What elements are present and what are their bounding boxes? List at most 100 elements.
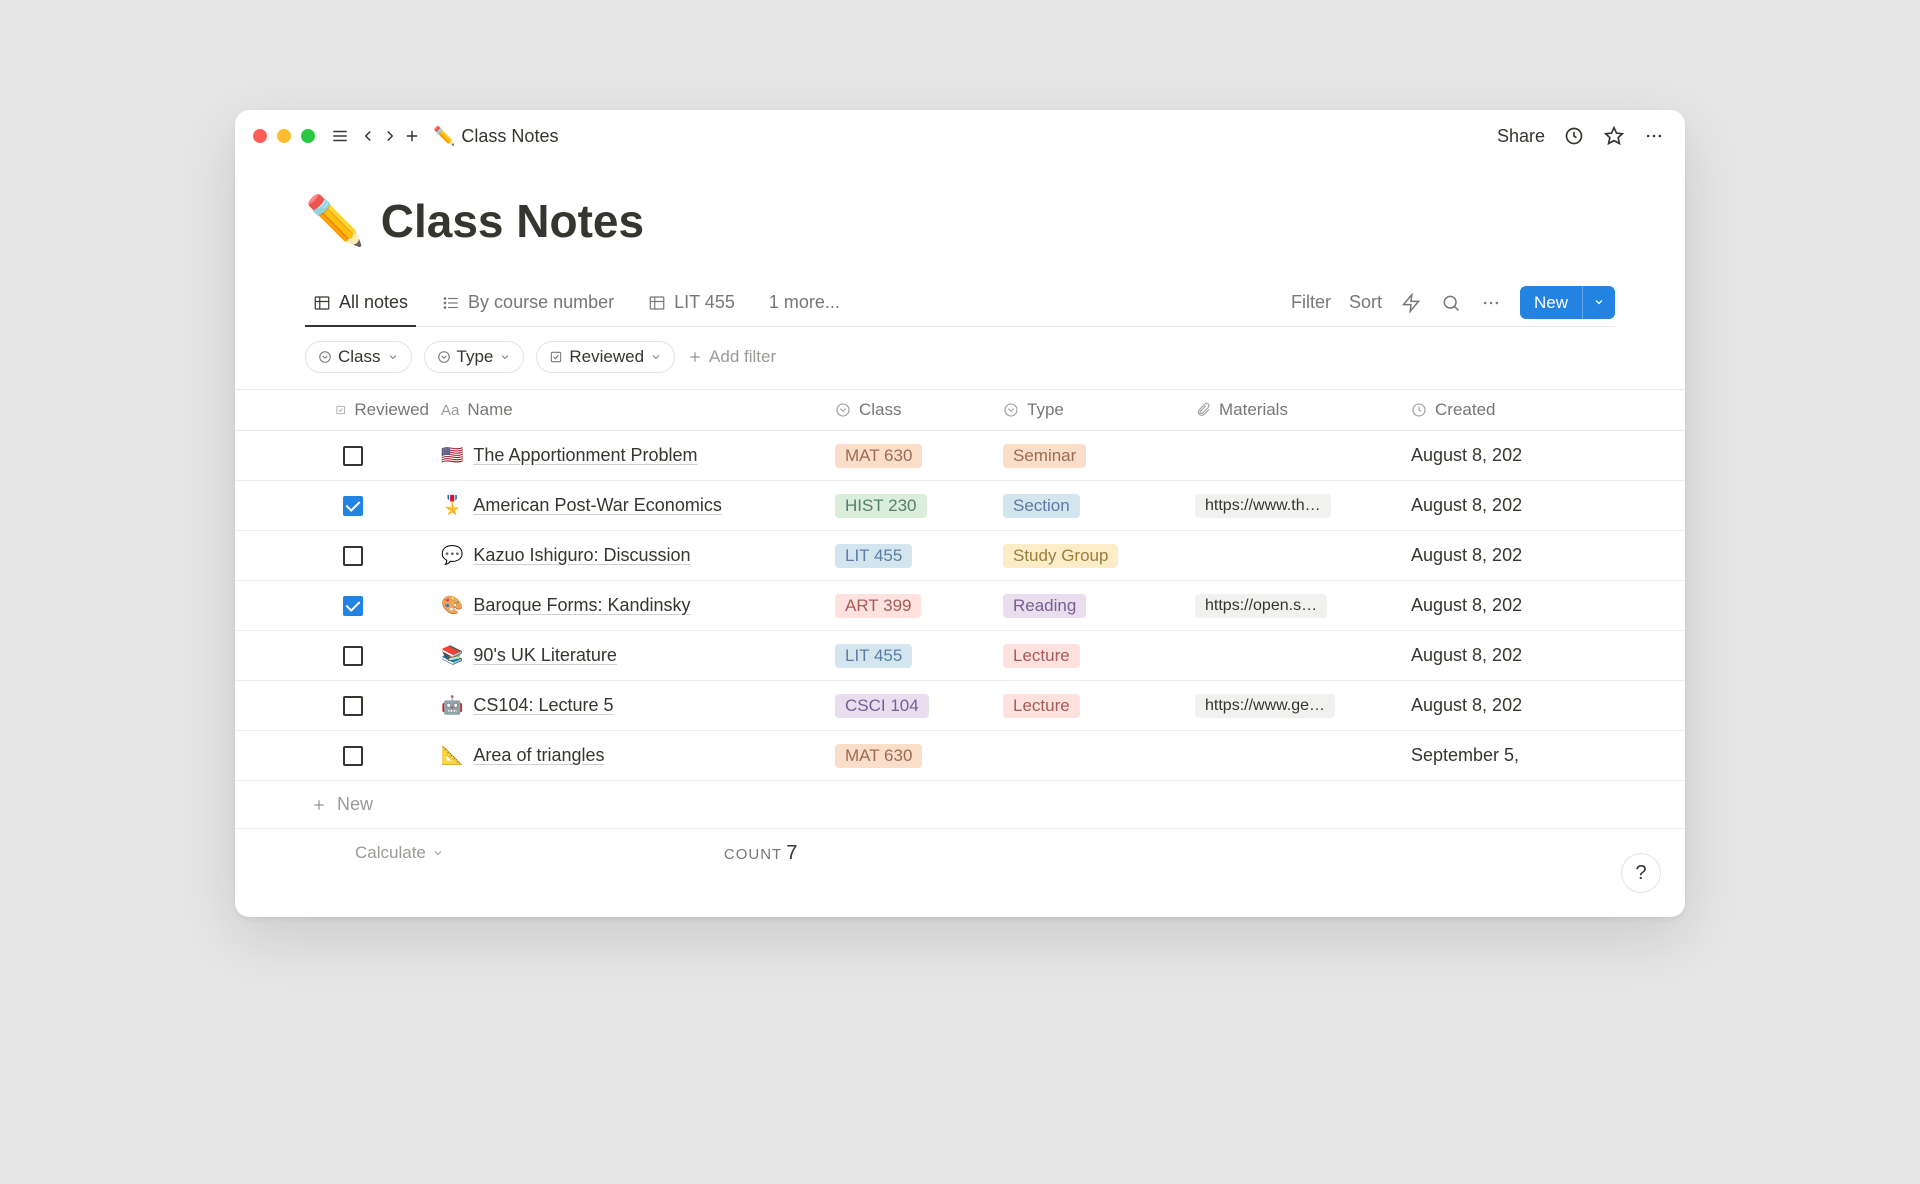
new-button[interactable]: New (1520, 286, 1615, 319)
reviewed-checkbox[interactable] (343, 746, 363, 766)
sidebar-toggle-icon[interactable] (329, 125, 351, 147)
type-tag[interactable]: Section (1003, 494, 1080, 518)
table-row[interactable]: 🤖 CS104: Lecture 5 CSCI 104 Lecture https://… (235, 681, 1685, 731)
table-header: Reviewed Aa Name Class Type (235, 389, 1685, 431)
calculate-button[interactable]: Calculate (355, 843, 444, 863)
reviewed-checkbox[interactable] (343, 446, 363, 466)
view-tab-0[interactable]: All notes (305, 279, 416, 326)
row-icon: 🎖️ (441, 495, 463, 516)
view-tab-3[interactable]: 1 more... (761, 279, 848, 326)
material-link[interactable]: https://www.th… (1195, 494, 1331, 518)
table-row[interactable]: 📚 90's UK Literature LIT 455 Lecture August … (235, 631, 1685, 681)
maximize-window-button[interactable] (301, 129, 315, 143)
close-window-button[interactable] (253, 129, 267, 143)
material-link[interactable]: https://www.ge… (1195, 694, 1335, 718)
class-tag[interactable]: CSCI 104 (835, 694, 929, 718)
filter-button[interactable]: Filter (1291, 292, 1331, 313)
row-title[interactable]: CS104: Lecture 5 (473, 695, 613, 716)
filter-pill-reviewed[interactable]: Reviewed (536, 341, 675, 373)
breadcrumb-title: Class Notes (461, 126, 558, 147)
column-type[interactable]: Type (1003, 400, 1195, 420)
nav-back-button[interactable] (357, 125, 379, 147)
created-date: August 8, 202 (1411, 695, 1611, 716)
created-date: August 8, 202 (1411, 445, 1611, 466)
class-tag[interactable]: ART 399 (835, 594, 921, 618)
share-button[interactable]: Share (1497, 126, 1545, 147)
row-title[interactable]: 90's UK Literature (473, 645, 617, 666)
reviewed-checkbox[interactable] (343, 546, 363, 566)
page-title[interactable]: Class Notes (381, 194, 644, 248)
column-name[interactable]: Aa Name (441, 400, 835, 420)
table-row[interactable]: 🎖️ American Post-War Economics HIST 230 Sec… (235, 481, 1685, 531)
count-display: COUNT7 (724, 842, 797, 865)
page-icon[interactable]: ✏️ (305, 192, 365, 249)
reviewed-checkbox[interactable] (343, 646, 363, 666)
row-title[interactable]: American Post-War Economics (473, 495, 721, 516)
column-class[interactable]: Class (835, 400, 1003, 420)
favorite-icon[interactable] (1603, 125, 1625, 147)
new-page-button[interactable] (401, 125, 423, 147)
row-icon: 🤖 (441, 695, 463, 716)
view-tab-2[interactable]: LIT 455 (640, 279, 743, 326)
breadcrumb-icon: ✏️ (433, 126, 455, 147)
reviewed-checkbox[interactable] (343, 696, 363, 716)
material-link[interactable]: https://open.s… (1195, 594, 1327, 618)
type-tag[interactable]: Lecture (1003, 694, 1080, 718)
row-title[interactable]: Kazuo Ishiguro: Discussion (473, 545, 690, 566)
automations-icon[interactable] (1400, 292, 1422, 314)
database-table: Reviewed Aa Name Class Type (235, 389, 1685, 877)
filter-pill-class[interactable]: Class (305, 341, 412, 373)
row-title[interactable]: Baroque Forms: Kandinsky (473, 595, 690, 616)
table-row[interactable]: 🎨Baroque Forms: KandinskyART 399Readingh… (235, 581, 1685, 631)
new-button-dropdown[interactable] (1582, 286, 1615, 319)
created-date: August 8, 202 (1411, 595, 1611, 616)
add-filter-button[interactable]: Add filter (687, 347, 776, 367)
minimize-window-button[interactable] (277, 129, 291, 143)
type-tag[interactable]: Lecture (1003, 644, 1080, 668)
new-button-label: New (1520, 287, 1582, 319)
column-reviewed[interactable]: Reviewed (305, 400, 441, 420)
views-bar: All notes By course number LIT 455 1 more..… (305, 279, 1615, 327)
view-tab-1[interactable]: By course number (434, 279, 622, 326)
class-tag[interactable]: HIST 230 (835, 494, 927, 518)
class-tag[interactable]: MAT 630 (835, 744, 922, 768)
row-icon: 📚 (441, 645, 463, 666)
reviewed-checkbox[interactable] (343, 596, 363, 616)
type-tag[interactable]: Seminar (1003, 444, 1086, 468)
window-controls (253, 129, 315, 143)
filter-pill-type[interactable]: Type (424, 341, 525, 373)
table-footer: Calculate COUNT7 (235, 829, 1685, 877)
sort-button[interactable]: Sort (1349, 292, 1382, 313)
type-tag[interactable]: Study Group (1003, 544, 1118, 568)
class-tag[interactable]: LIT 455 (835, 644, 912, 668)
view-options-icon[interactable] (1480, 292, 1502, 314)
more-icon[interactable] (1643, 125, 1665, 147)
help-button[interactable]: ? (1621, 853, 1661, 893)
table-row[interactable]: 💬 Kazuo Ishiguro: Discussion LIT 455 Study … (235, 531, 1685, 581)
row-icon: 💬 (441, 545, 463, 566)
class-tag[interactable]: MAT 630 (835, 444, 922, 468)
table-row[interactable]: 📐Area of trianglesMAT 630September 5, (235, 731, 1685, 781)
created-date: August 8, 202 (1411, 495, 1611, 516)
page-header: ✏️ Class Notes (305, 192, 1615, 249)
row-title[interactable]: The Apportionment Problem (473, 445, 697, 466)
filters-row: Class Type Reviewed Add filter (305, 327, 1615, 389)
app-window: ✏️ Class Notes Share ✏️ Class Notes All … (235, 110, 1685, 917)
created-date: August 8, 202 (1411, 645, 1611, 666)
row-title[interactable]: Area of triangles (473, 745, 604, 766)
new-row-button[interactable]: New (235, 781, 1685, 829)
table-row[interactable]: 🇺🇸 The Apportionment Problem MAT 630 Semina… (235, 431, 1685, 481)
type-tag[interactable]: Reading (1003, 594, 1086, 618)
nav-forward-button[interactable] (379, 125, 401, 147)
breadcrumb[interactable]: ✏️ Class Notes (433, 126, 558, 147)
row-icon: 🇺🇸 (441, 445, 463, 466)
search-icon[interactable] (1440, 292, 1462, 314)
column-created[interactable]: Created (1411, 400, 1611, 420)
column-materials[interactable]: Materials (1195, 400, 1411, 420)
updates-icon[interactable] (1563, 125, 1585, 147)
row-icon: 📐 (441, 745, 463, 766)
titlebar: ✏️ Class Notes Share (235, 110, 1685, 162)
class-tag[interactable]: LIT 455 (835, 544, 912, 568)
add-filter-label: Add filter (709, 347, 776, 367)
reviewed-checkbox[interactable] (343, 496, 363, 516)
